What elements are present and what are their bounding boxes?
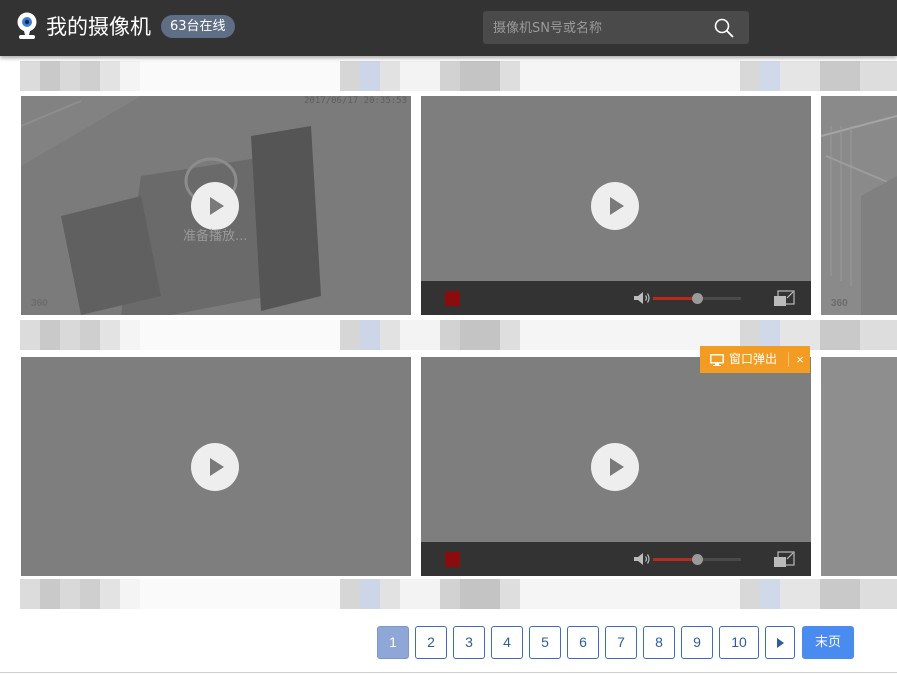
page-button-3[interactable]: 3 [453,626,485,659]
page-button-9[interactable]: 9 [681,626,713,659]
camera-tile[interactable]: 2017/06/17 20:35:53 360 准备播放... [21,96,411,315]
camera-tile[interactable] [21,357,411,576]
camera-tile[interactable] [421,96,811,315]
popout-label: 窗口弹出 [729,352,778,366]
search-box [483,11,749,46]
fullscreen-icon[interactable] [773,289,795,307]
camera-snapshot [821,96,897,315]
page-button-10[interactable]: 10 [719,626,759,659]
camera-tile[interactable] [821,357,897,576]
next-page-button[interactable] [765,626,795,659]
popout-window-button[interactable]: 窗口弹出 [700,346,788,373]
volume-fill [653,297,697,300]
record-button[interactable] [445,552,460,567]
play-button[interactable] [591,443,639,491]
volume-icon[interactable] [633,552,651,566]
page-button-8[interactable]: 8 [643,626,675,659]
play-icon [610,458,624,476]
fullscreen-icon[interactable] [773,550,795,568]
play-icon [210,197,224,215]
page-button-7[interactable]: 7 [605,626,637,659]
search-input[interactable] [491,11,705,46]
online-count-badge: 63台在线 [161,15,235,38]
top-header: 我的摄像机 63台在线 [0,0,897,56]
play-button[interactable] [191,443,239,491]
camera-timestamp: 2017/06/17 20:35:53 [304,96,407,106]
last-page-button[interactable]: 末页 [802,626,854,659]
video-control-bar [421,542,811,576]
divider [0,672,897,673]
page-button-2[interactable]: 2 [415,626,447,659]
video-control-bar [421,281,811,315]
camera-watermark: 360 [31,298,48,309]
play-button[interactable] [591,182,639,230]
play-icon [210,458,224,476]
camera-logo-icon [17,12,37,39]
popout-window-tag: 窗口弹出 × [700,346,810,373]
camera-watermark: 360 [831,298,848,309]
page-button-1[interactable]: 1 [377,626,409,659]
camera-row-strip [20,579,897,609]
volume-slider[interactable] [653,554,741,565]
page-button-6[interactable]: 6 [567,626,599,659]
divider [788,352,789,367]
play-icon [610,197,624,215]
loading-status: 准备播放... [183,229,248,244]
play-button[interactable] [191,182,239,230]
monitor-icon [710,354,724,366]
camera-tile[interactable] [421,357,811,576]
volume-slider[interactable] [653,293,741,304]
record-button[interactable] [445,291,460,306]
volume-fill [653,558,697,561]
camera-tile[interactable]: 360 [821,96,897,315]
camera-row-strip [20,61,897,91]
caret-right-icon [777,638,784,648]
volume-icon[interactable] [633,291,651,305]
volume-handle[interactable] [692,293,703,304]
search-icon[interactable] [713,17,735,39]
volume-handle[interactable] [692,554,703,565]
close-icon[interactable]: × [792,346,808,373]
page-button-4[interactable]: 4 [491,626,523,659]
page-button-5[interactable]: 5 [529,626,561,659]
page-title: 我的摄像机 [46,15,151,39]
